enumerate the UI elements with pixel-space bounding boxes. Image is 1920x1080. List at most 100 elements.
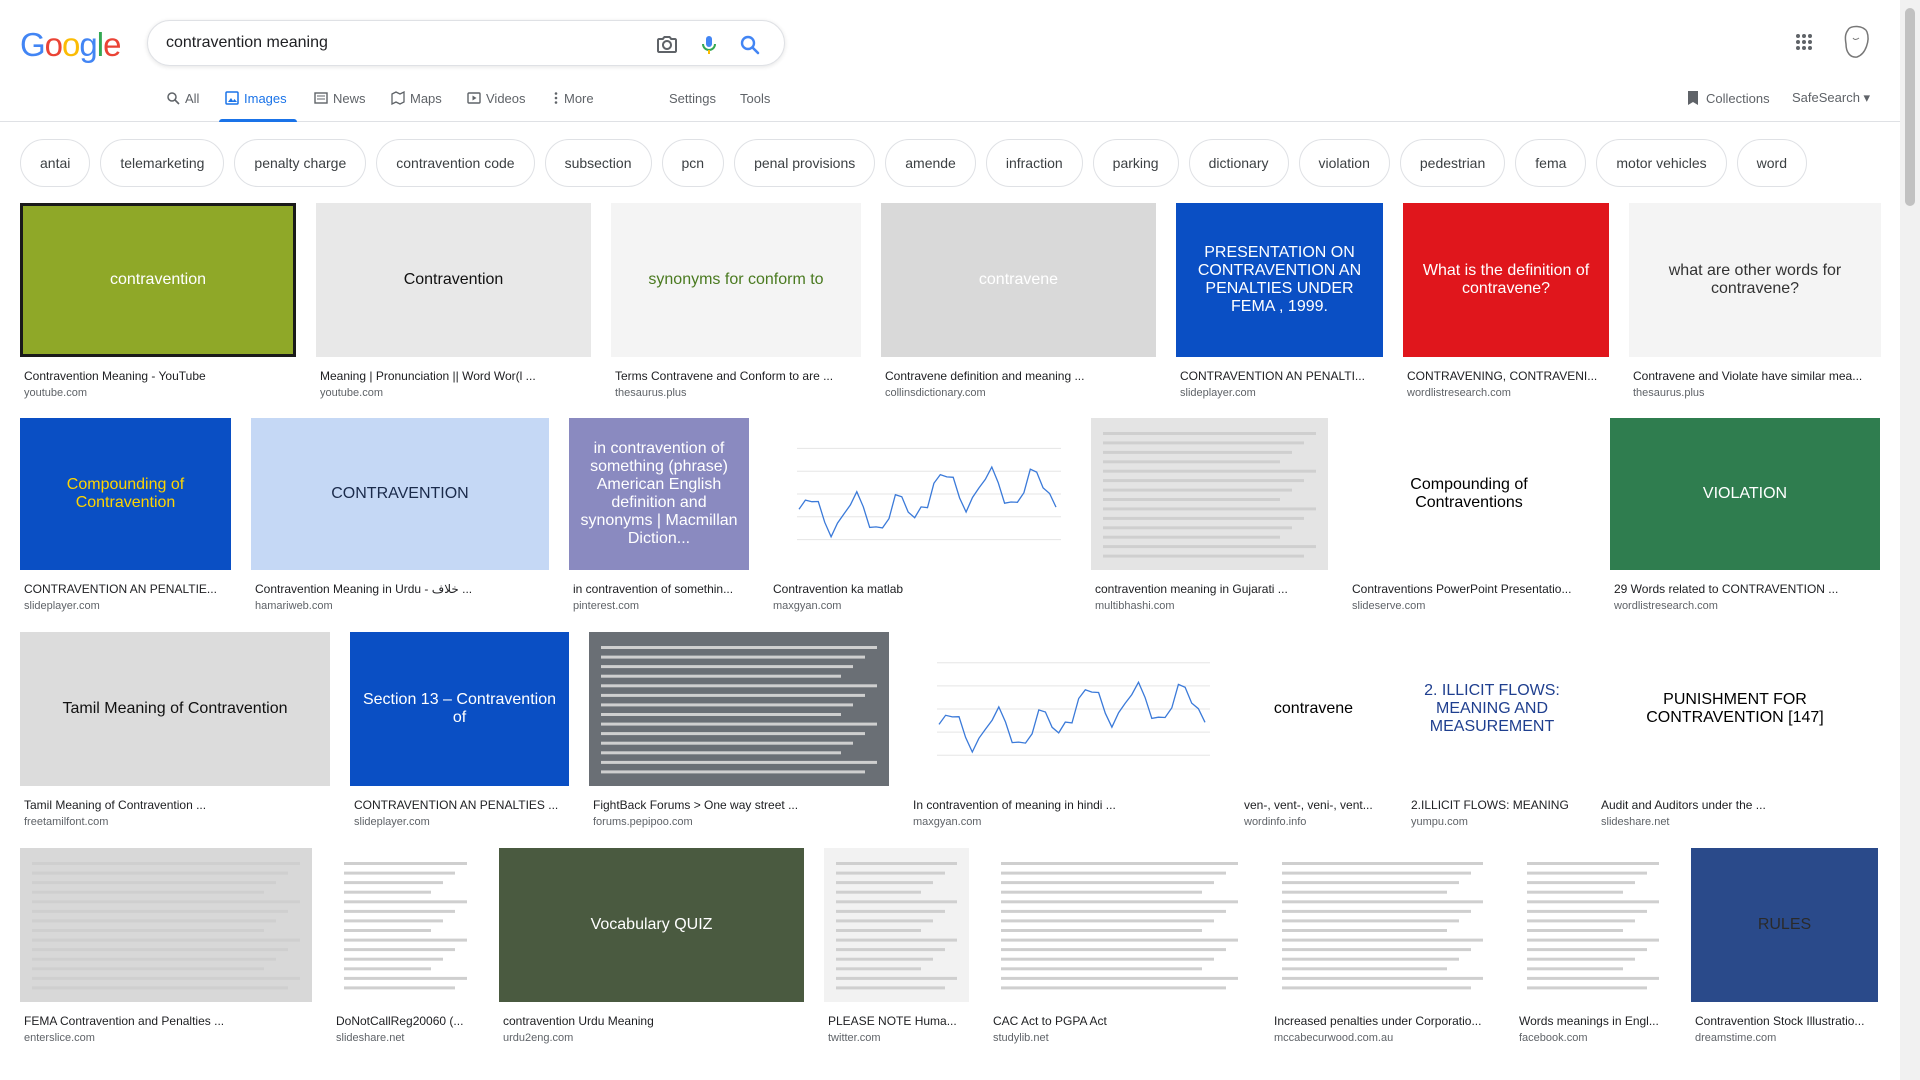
safesearch-dropdown[interactable]: SafeSearch ▾ [1792, 90, 1870, 106]
chip-contravention-code[interactable]: contravention code [376, 139, 535, 187]
image-caption[interactable]: in contravention of somethin... [573, 582, 747, 596]
image-caption[interactable]: DoNotCallReg20060 (... [336, 1014, 477, 1028]
image-thumbnail[interactable] [20, 848, 312, 1002]
image-thumbnail[interactable] [589, 632, 889, 786]
tab-videos[interactable]: Videos [467, 88, 526, 122]
image-thumbnail[interactable]: contravene [881, 203, 1156, 357]
thumbnail-text: What is the definition of contravene? [1422, 262, 1590, 297]
image-caption[interactable]: Contravene and Violate have similar mea.… [1633, 369, 1879, 383]
image-caption[interactable]: Contravention Stock Illustratio... [1695, 1014, 1876, 1028]
image-caption[interactable]: Words meanings in Engl... [1519, 1014, 1669, 1028]
tools-link[interactable]: Tools [740, 88, 770, 122]
image-thumbnail[interactable]: 2. ILLICIT FLOWS: MEANING AND MEASUREMEN… [1407, 632, 1577, 786]
image-caption[interactable]: Contravention ka matlab [773, 582, 1069, 596]
image-thumbnail[interactable]: PUNISHMENT FOR CONTRAVENTION [147] [1597, 632, 1873, 786]
document-thumbnail [1270, 848, 1495, 1002]
image-caption[interactable]: PLEASE NOTE Huma... [828, 1014, 967, 1028]
chip-telemarketing[interactable]: telemarketing [100, 139, 225, 187]
avatar[interactable] [1840, 24, 1872, 60]
search-input[interactable] [166, 31, 646, 55]
chip-subsection[interactable]: subsection [544, 139, 652, 187]
image-caption[interactable]: Contravention Meaning - YouTube [24, 369, 294, 383]
image-thumbnail[interactable] [769, 418, 1071, 570]
collections-link[interactable]: Collections [1686, 90, 1770, 106]
image-thumbnail[interactable] [909, 632, 1220, 786]
chip-pcn[interactable]: pcn [661, 139, 725, 187]
image-caption[interactable]: contravention Urdu Meaning [503, 1014, 802, 1028]
chip-dictionary[interactable]: dictionary [1188, 139, 1289, 187]
chip-word[interactable]: word [1736, 139, 1808, 187]
image-thumbnail[interactable]: CONTRAVENTION [251, 418, 549, 570]
chip-infraction[interactable]: infraction [985, 139, 1083, 187]
image-thumbnail[interactable] [989, 848, 1250, 1002]
image-thumbnail[interactable]: VIOLATION [1610, 418, 1880, 570]
image-thumbnail[interactable]: Compounding of Contravention [20, 418, 231, 570]
image-source: twitter.com [828, 1032, 881, 1044]
google-logo[interactable]: Google [20, 26, 121, 64]
image-thumbnail[interactable]: RULES [1691, 848, 1878, 1002]
image-thumbnail[interactable] [1515, 848, 1671, 1002]
chip-penal-provisions[interactable]: penal provisions [734, 139, 876, 187]
image-thumbnail[interactable] [332, 848, 479, 1002]
image-thumbnail[interactable] [1091, 418, 1328, 570]
chip-penalty-charge[interactable]: penalty charge [234, 139, 367, 187]
camera-icon[interactable] [655, 33, 679, 57]
chip-antai[interactable]: antai [20, 139, 91, 187]
image-thumbnail[interactable]: contravention [20, 203, 296, 357]
image-thumbnail[interactable]: PRESENTATION ON CONTRAVENTION AN PENALTI… [1176, 203, 1383, 357]
image-caption[interactable]: Contravention Meaning in Urdu - خلاف ... [255, 582, 547, 596]
settings-link[interactable]: Settings [669, 88, 716, 122]
image-caption[interactable]: In contravention of meaning in hindi ... [913, 798, 1218, 812]
image-source: facebook.com [1519, 1032, 1588, 1044]
chip-parking[interactable]: parking [1092, 139, 1179, 187]
image-caption[interactable]: Increased penalties under Corporatio... [1274, 1014, 1493, 1028]
image-thumbnail[interactable]: synonyms for conform to [611, 203, 861, 357]
image-caption[interactable]: ven-, vent-, veni-, vent... [1244, 798, 1385, 812]
image-caption[interactable]: CONTRAVENTION AN PENALTIE... [24, 582, 229, 596]
image-thumbnail[interactable]: Section 13 – Contravention of [350, 632, 569, 786]
search-box[interactable] [147, 20, 785, 66]
image-caption[interactable]: Contraventions PowerPoint Presentatio... [1352, 582, 1588, 596]
image-source: yumpu.com [1411, 816, 1468, 828]
image-thumbnail[interactable]: Contravention [316, 203, 591, 357]
image-thumbnail[interactable]: Compounding of Contraventions [1348, 418, 1590, 570]
chip-pedestrian[interactable]: pedestrian [1399, 139, 1506, 187]
image-thumbnail[interactable]: in contravention of something (phrase) A… [569, 418, 749, 570]
image-thumbnail[interactable] [824, 848, 969, 1002]
tab-news[interactable]: News [314, 88, 366, 122]
image-thumbnail[interactable]: contravene [1240, 632, 1387, 786]
tab-maps[interactable]: Maps [391, 88, 442, 122]
image-caption[interactable]: CONTRAVENING, CONTRAVENI... [1407, 369, 1607, 383]
image-caption[interactable]: CAC Act to PGPA Act [993, 1014, 1248, 1028]
image-caption[interactable]: Contravene definition and meaning ... [885, 369, 1154, 383]
tab-more[interactable]: More [553, 88, 594, 122]
chip-motor-vehicles[interactable]: motor vehicles [1596, 139, 1727, 187]
image-caption[interactable]: Meaning | Pronunciation || Word Wor(l ..… [320, 369, 589, 383]
scrollbar-thumb[interactable] [1905, 8, 1915, 206]
image-caption[interactable]: FEMA Contravention and Penalties ... [24, 1014, 310, 1028]
tab-images[interactable]: Images [219, 88, 297, 122]
image-thumbnail[interactable]: Vocabulary QUIZ [499, 848, 804, 1002]
image-caption[interactable]: 29 Words related to CONTRAVENTION ... [1614, 582, 1878, 596]
image-thumbnail[interactable]: Tamil Meaning of Contravention [20, 632, 330, 786]
apps-grid-icon[interactable] [1795, 33, 1813, 51]
document-thumbnail [332, 848, 479, 1002]
image-thumbnail[interactable]: what are other words for contravene? [1629, 203, 1881, 357]
chip-fema[interactable]: fema [1515, 139, 1587, 187]
image-caption[interactable]: CONTRAVENTION AN PENALTI... [1180, 369, 1381, 383]
image-caption[interactable]: Audit and Auditors under the ... [1601, 798, 1871, 812]
image-source: mccabecurwood.com.au [1274, 1032, 1394, 1044]
microphone-icon[interactable] [697, 33, 721, 57]
chip-amende[interactable]: amende [885, 139, 976, 187]
image-thumbnail[interactable]: What is the definition of contravene? [1403, 203, 1609, 357]
image-caption[interactable]: CONTRAVENTION AN PENALTIES ... [354, 798, 567, 812]
image-thumbnail[interactable] [1270, 848, 1495, 1002]
tab-all[interactable]: All [166, 88, 199, 122]
search-icon[interactable] [738, 33, 762, 57]
image-caption[interactable]: Tamil Meaning of Contravention ... [24, 798, 328, 812]
chip-violation[interactable]: violation [1298, 139, 1390, 187]
image-caption[interactable]: FightBack Forums > One way street ... [593, 798, 887, 812]
image-caption[interactable]: Terms Contravene and Conform to are ... [615, 369, 859, 383]
image-caption[interactable]: 2.ILLICIT FLOWS: MEANING [1411, 798, 1575, 812]
image-caption[interactable]: contravention meaning in Gujarati ... [1095, 582, 1326, 596]
